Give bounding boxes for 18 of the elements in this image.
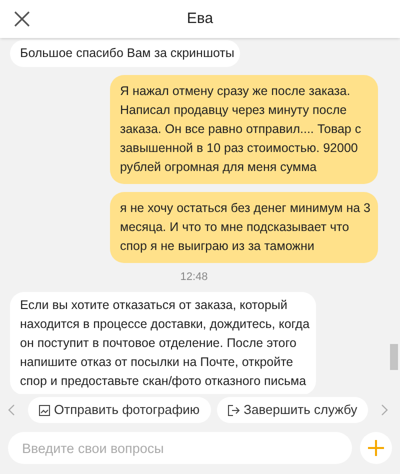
chevron-left-icon[interactable]	[8, 404, 16, 416]
received-message-bubble: Большое спасибо Вам за скриншоты	[10, 40, 240, 67]
timestamp: 12:48	[180, 271, 208, 284]
scrollbar-thumb[interactable]	[390, 344, 398, 370]
sent-message-bubble: я не хочу остаться без денег минимум на 3 месяца. И что то мне подсказывает что спор я не выиграю из за таможни	[110, 192, 378, 263]
sent-message-bubble: Я нажал отмену сразу же после заказа. Написал продавцу через минуту после заказа. Он все равно отправил.... Товар с завышенной в 10 раз стоимостью. 92000 рублей огромная для меня сумма	[110, 75, 378, 184]
image-icon	[39, 404, 50, 416]
quick-reply-button[interactable]: Завершить службу	[216, 397, 368, 423]
add-button[interactable]	[360, 432, 392, 464]
quick-reply-button[interactable]: Отправить фотографию	[28, 397, 211, 423]
received-message-bubble: Если вы хотите отказаться от заказа, который находится в процессе доставки, дождитесь, когда он поступит в почтовое отделение. После этого напишите отказ от посылки на Почте, откройте спор и предоставьте скан/фото отказного письма	[10, 292, 316, 394]
plus-icon	[367, 439, 385, 457]
close-icon	[13, 10, 31, 28]
close-button[interactable]	[12, 9, 32, 29]
message-input[interactable]: Введите свои вопросы	[8, 432, 352, 464]
chat-title: Ева	[186, 8, 214, 29]
exit-icon	[228, 404, 240, 416]
chevron-right-icon[interactable]	[380, 404, 388, 416]
